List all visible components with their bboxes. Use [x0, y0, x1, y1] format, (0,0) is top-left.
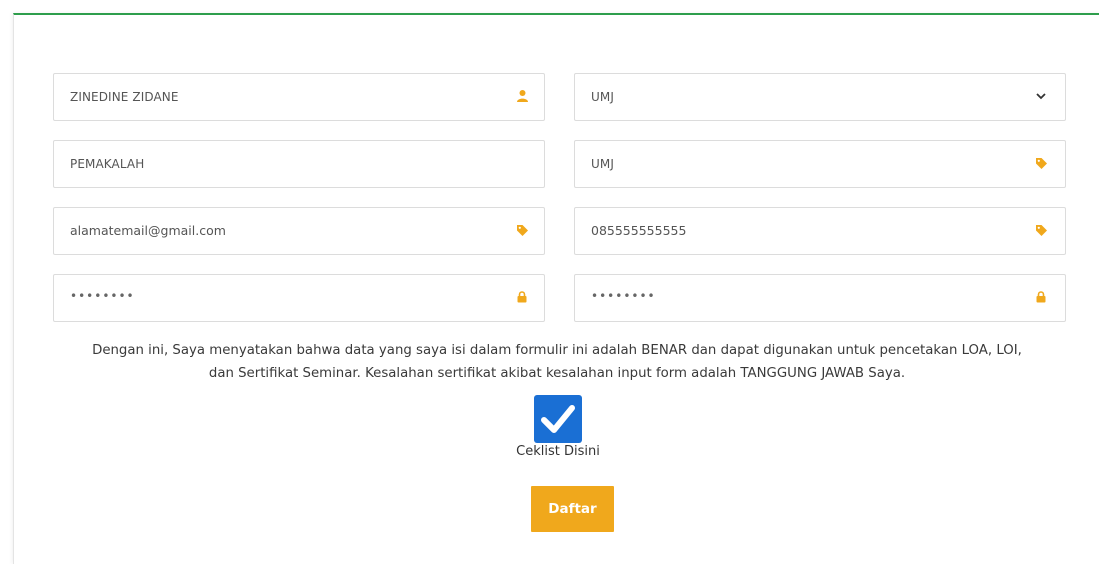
email-field[interactable]: alamatemail@gmail.com [53, 207, 545, 255]
institution-value: UMJ [591, 157, 614, 171]
email-value: alamatemail@gmail.com [70, 223, 226, 238]
checkmark-icon [541, 405, 575, 433]
chevron-down-icon[interactable] [1033, 88, 1049, 104]
checkbox-label: Ceklist Disini [516, 444, 600, 459]
agreement-checkbox[interactable] [534, 395, 582, 443]
agreement-statement: Dengan ini, Saya menyatakan bahwa data y… [40, 339, 1074, 385]
institution-select-value: UMJ [591, 90, 614, 104]
confirm-password-value: •••••••• [591, 289, 656, 303]
lock-icon [1033, 289, 1049, 305]
confirm-password-field[interactable]: •••••••• [574, 274, 1066, 322]
tag-icon [1033, 222, 1049, 238]
name-field[interactable]: ZINEDINE ZIDANE [53, 73, 545, 121]
phone-value: 085555555555 [591, 223, 687, 238]
password-value: •••••••• [70, 289, 135, 303]
institution-field[interactable]: UMJ [574, 140, 1066, 188]
phone-field[interactable]: 085555555555 [574, 207, 1066, 255]
user-icon [514, 88, 530, 104]
lock-icon [514, 289, 530, 305]
institution-select[interactable]: UMJ [574, 73, 1066, 121]
statement-line-1: Dengan ini, Saya menyatakan bahwa data y… [92, 343, 1022, 358]
tag-icon [1033, 155, 1049, 171]
password-field[interactable]: •••••••• [53, 274, 545, 322]
role-value: PEMAKALAH [70, 157, 145, 171]
register-button[interactable]: Daftar [531, 486, 614, 532]
statement-line-2: dan Sertifikat Seminar. Kesalahan sertif… [208, 366, 906, 381]
role-field[interactable]: PEMAKALAH [53, 140, 545, 188]
page: ZINEDINE ZIDANE UMJ PEMAKALAH UMJ alamat… [0, 0, 1099, 564]
tag-icon [514, 222, 530, 238]
name-value: ZINEDINE ZIDANE [70, 90, 179, 104]
